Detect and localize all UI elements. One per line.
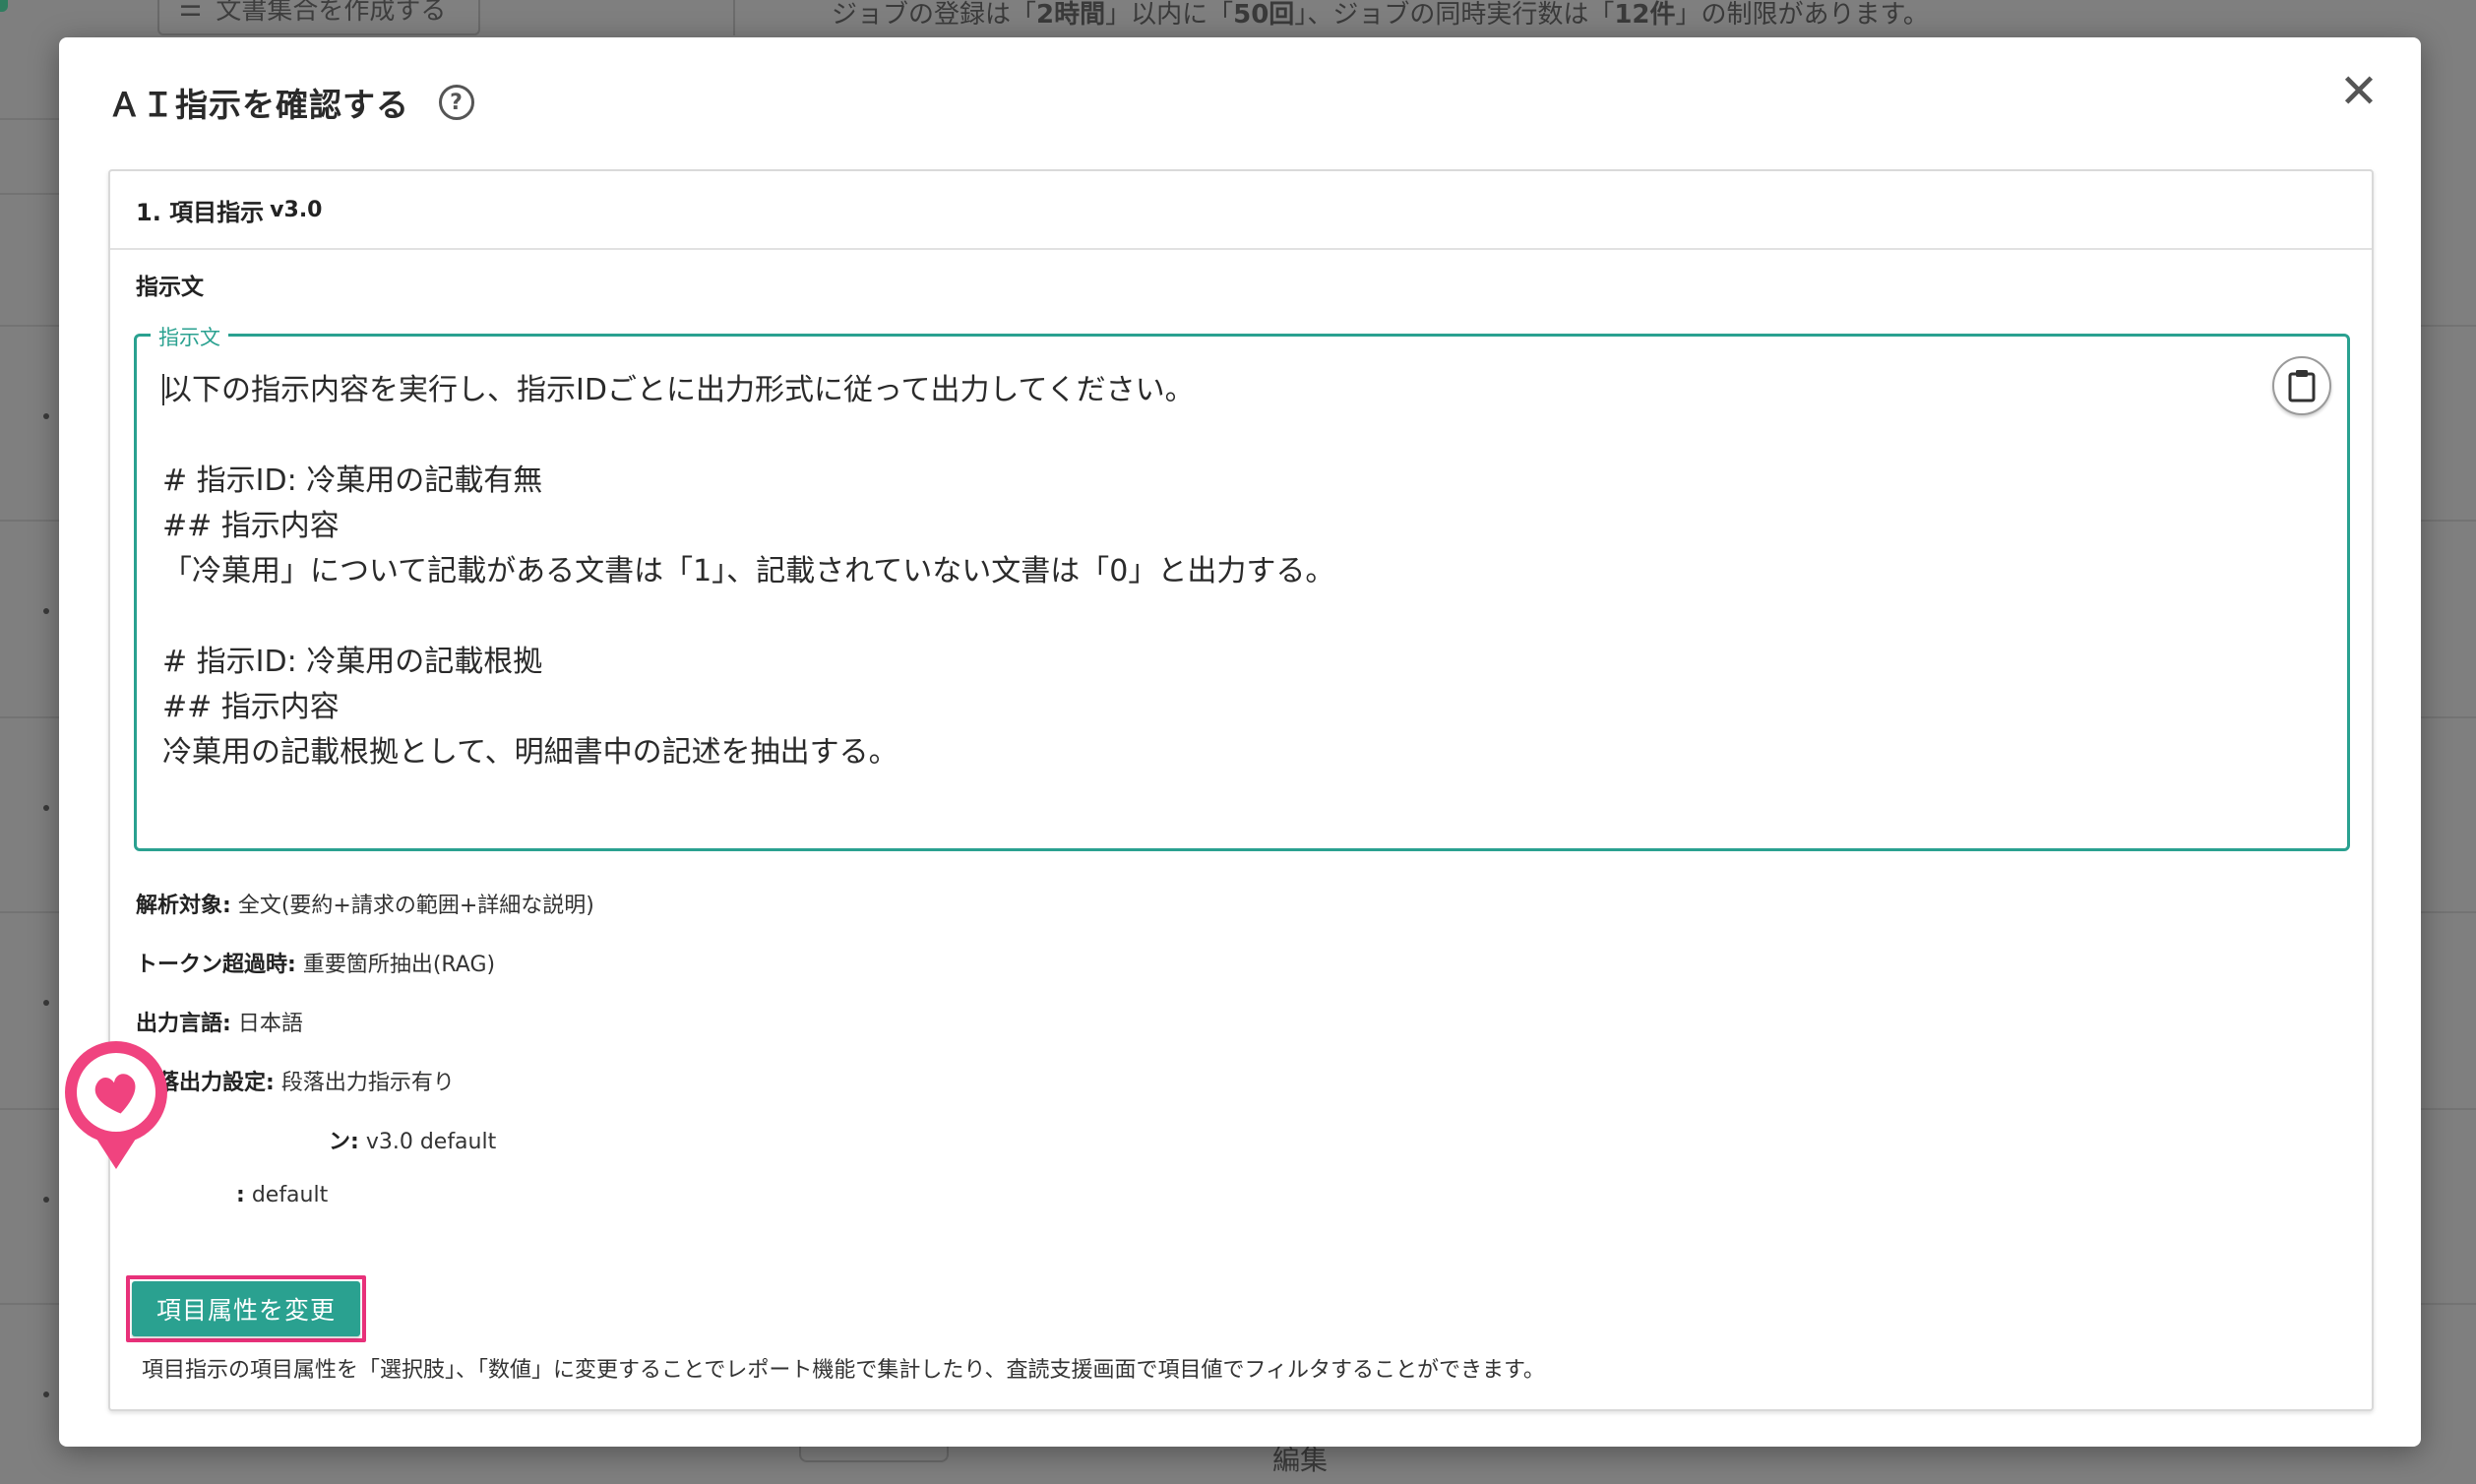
background-rule xyxy=(0,520,59,522)
textarea-legend: 指示文 xyxy=(151,322,228,351)
instruction-section-label: 指示文 xyxy=(136,275,204,300)
attribute-analysis-target: 解析対象: 全文(要約+請求の範囲+詳細な説明) xyxy=(136,894,594,918)
row-bullet xyxy=(43,805,49,811)
background-rule xyxy=(2421,1108,2476,1110)
background-rule xyxy=(0,118,59,120)
row-bullet xyxy=(43,608,49,614)
attribute-token-overflow: トークン超過時: 重要箇所抽出(RAG) xyxy=(136,953,496,977)
list-add-icon: ☰ xyxy=(179,0,203,23)
clipboard-icon xyxy=(2288,370,2316,402)
background-rule xyxy=(0,193,59,195)
attribute-helper-text: 項目指示の項目属性を「選択肢」、「数値」に変更することでレポート機能で集計したり… xyxy=(142,1358,1545,1383)
attribute-version: ン: v3.0 default xyxy=(329,1130,497,1154)
help-icon[interactable]: ? xyxy=(439,85,474,120)
dialog-title: ＡＩ指示を確認する ? xyxy=(108,79,474,126)
instruction-textarea[interactable]: 指示文 以下の指示内容を実行し、指示IDごとに出力形式に従って出力してください。… xyxy=(134,322,2350,851)
background-rule xyxy=(0,1303,59,1305)
card-header-version: v3.0 xyxy=(270,197,323,222)
background-rule xyxy=(2421,325,2476,327)
row-bullet xyxy=(43,1391,49,1397)
background-rule xyxy=(0,1108,59,1110)
job-limit-notice: ジョブの登録は「2時間」以内に「50回」、ジョブの同時実行数は「12件」の制限が… xyxy=(832,0,1929,30)
row-bullet xyxy=(43,413,49,419)
heart-pin-marker-icon xyxy=(65,1041,167,1169)
copy-to-clipboard-button[interactable] xyxy=(2272,356,2331,415)
card-header: 1. 項目指示 v3.0 xyxy=(110,171,2372,250)
create-document-set-button: ☰ 文書集合を作成する xyxy=(157,0,480,35)
background-rule xyxy=(2421,1303,2476,1305)
close-icon[interactable]: ✕ xyxy=(2334,64,2383,119)
background-rule xyxy=(2421,911,2476,913)
background-rule xyxy=(0,716,59,718)
instruction-text[interactable]: 以下の指示内容を実行し、指示IDごとに出力形式に従って出力してください。 # 指… xyxy=(162,368,2239,775)
attribute-output-language: 出力言語: 日本語 xyxy=(136,1012,303,1036)
background-rule xyxy=(2421,716,2476,718)
item-instruction-card: 1. 項目指示 v3.0 指示文 指示文 以下の指示内容を実行し、指示IDごとに… xyxy=(108,169,2374,1411)
dialog-title-text: ＡＩ指示を確認する xyxy=(108,86,409,124)
row-bullet xyxy=(43,1197,49,1203)
background-edge xyxy=(0,0,8,12)
ai-instruction-dialog: ＡＩ指示を確認する ? ✕ 1. 項目指示 v3.0 指示文 指示文 以下の指示… xyxy=(59,37,2421,1447)
attribute-paragraph-output: 段落出力設定: 段落出力指示有り xyxy=(136,1071,455,1095)
row-bullet xyxy=(43,1000,49,1006)
change-item-attribute-button[interactable]: 項目属性を変更 xyxy=(132,1281,360,1336)
background-rule xyxy=(0,911,59,913)
create-document-set-label: 文書集合を作成する xyxy=(216,0,447,26)
background-rule xyxy=(2421,520,2476,522)
card-header-title: 1. 項目指示 xyxy=(136,198,265,226)
attribute-default: : default xyxy=(236,1183,329,1207)
background-rule xyxy=(0,325,59,327)
background-divider xyxy=(733,0,735,35)
